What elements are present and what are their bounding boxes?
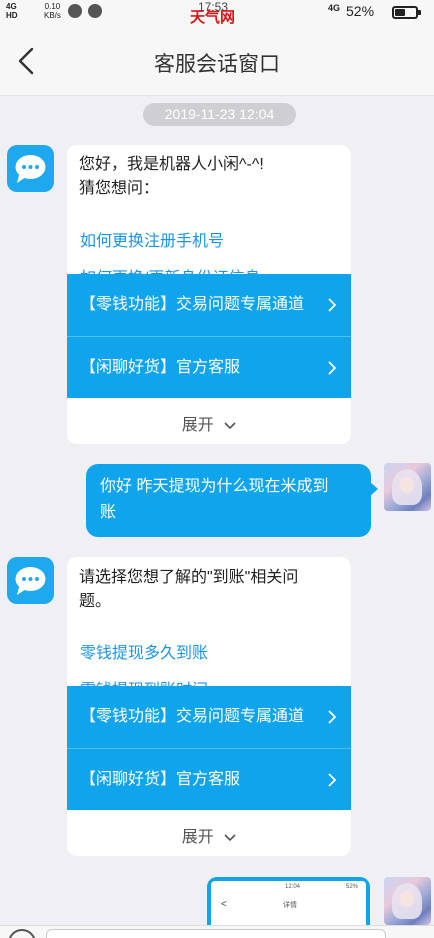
battery-percent: 52%: [346, 3, 375, 19]
user-avatar[interactable]: [384, 877, 431, 925]
avatar-face: [400, 477, 414, 493]
prompt-line: 请选择您想了解的"到账"相关问: [79, 569, 299, 586]
nav-bar: 客服会话窗口: [0, 26, 434, 96]
wechat-icon: [68, 4, 82, 18]
avatar-face: [400, 891, 414, 907]
guess-prompt: 猜您想问：: [79, 180, 160, 197]
user-message-bubble: 你好 昨天提现为什么现在米成到 账: [86, 464, 378, 537]
bubble-tail: [370, 482, 378, 496]
option-label: 【闲聊好货】官方客服: [80, 359, 241, 376]
bot-avatar[interactable]: [7, 557, 54, 604]
network-type: 4G: [6, 2, 17, 11]
battery-fill: [395, 9, 406, 16]
chevron-down-icon: [224, 422, 236, 429]
network-hd: HD: [6, 11, 18, 20]
option-wallet-channel[interactable]: 【零钱功能】交易问题专属通道: [67, 274, 351, 336]
input-bar: [0, 925, 434, 938]
bot-greeting: 您好，我是机器人小闲^-^! 猜您想问：: [67, 145, 351, 201]
chat-timestamp: 2019-11-23 12:04: [143, 103, 296, 126]
expand-label: 展开: [181, 829, 214, 846]
option-wallet-channel[interactable]: 【零钱功能】交易问题专属通道: [67, 686, 351, 748]
user-message-line: 账: [100, 504, 117, 521]
chevron-right-icon: [328, 773, 337, 787]
message-input[interactable]: [46, 929, 386, 938]
battery-icon: [392, 6, 421, 19]
user-avatar[interactable]: [384, 463, 431, 511]
bot-question-prompt: 请选择您想了解的"到账"相关问 题。: [67, 557, 351, 614]
chat-bubble-icon: [15, 155, 46, 183]
page-title: 客服会话窗口: [154, 53, 280, 76]
thumbnail-time: 12:04: [285, 884, 301, 890]
faq-link[interactable]: 如何更换注册手机号: [80, 227, 224, 251]
speed-value: 0.10: [44, 2, 61, 11]
option-label: 【闲聊好货】官方客服: [80, 771, 241, 788]
expand-button[interactable]: 展开: [67, 411, 351, 435]
bot-message-card: 请选择您想了解的"到账"相关问 题。 零钱提现多久到账 零钱提现到账时间 【零钱…: [67, 557, 351, 856]
chevron-right-icon: [328, 298, 337, 312]
thumbnail-battery: 52%: [345, 884, 358, 890]
option-label: 【零钱功能】交易问题专属通道: [80, 708, 305, 725]
greeting-line: 您好，我是机器人小闲^-^!: [79, 156, 264, 173]
bot-avatar[interactable]: [7, 145, 54, 192]
status-bar: 4G HD 0.10 KB/s 17:53 天气网 4G 52%: [0, 0, 434, 26]
bot-message-card: 您好，我是机器人小闲^-^! 猜您想问： 如何更换注册手机号 如何更换/更新身份…: [67, 145, 351, 444]
network-speed: 0.10 KB/s: [44, 2, 61, 20]
expand-button[interactable]: 展开: [67, 823, 351, 847]
speed-unit: KB/s: [44, 11, 61, 20]
option-label: 【零钱功能】交易问题专属通道: [80, 296, 305, 313]
chat-bubble-icon: [15, 567, 46, 595]
watermark-logo: 天气网: [190, 9, 236, 26]
faq-link-partial[interactable]: 零钱提现到账时间: [80, 679, 208, 686]
faq-link-partial[interactable]: 如何更换/更新身份证信息: [80, 267, 260, 274]
expand-label: 展开: [181, 417, 214, 434]
option-official-service[interactable]: 【闲聊好货】官方客服: [67, 336, 351, 398]
chevron-down-icon: [224, 834, 236, 841]
battery-tip: [418, 10, 421, 15]
faq-link[interactable]: 零钱提现多久到账: [80, 639, 208, 663]
option-official-service[interactable]: 【闲聊好货】官方客服: [67, 748, 351, 810]
chevron-right-icon: [328, 710, 337, 724]
chevron-right-icon: [328, 361, 337, 375]
network-indicator: 4G HD: [6, 2, 18, 20]
thumbnail-back: <: [221, 899, 227, 910]
thumbnail-title: 详情: [283, 902, 297, 909]
user-message-line: 你好 昨天提现为什么现在米成到: [100, 478, 329, 495]
voice-input-button[interactable]: [8, 929, 36, 938]
notification-icon: [88, 4, 102, 18]
prompt-line: 题。: [79, 593, 112, 610]
network-type-right: 4G: [328, 3, 341, 13]
